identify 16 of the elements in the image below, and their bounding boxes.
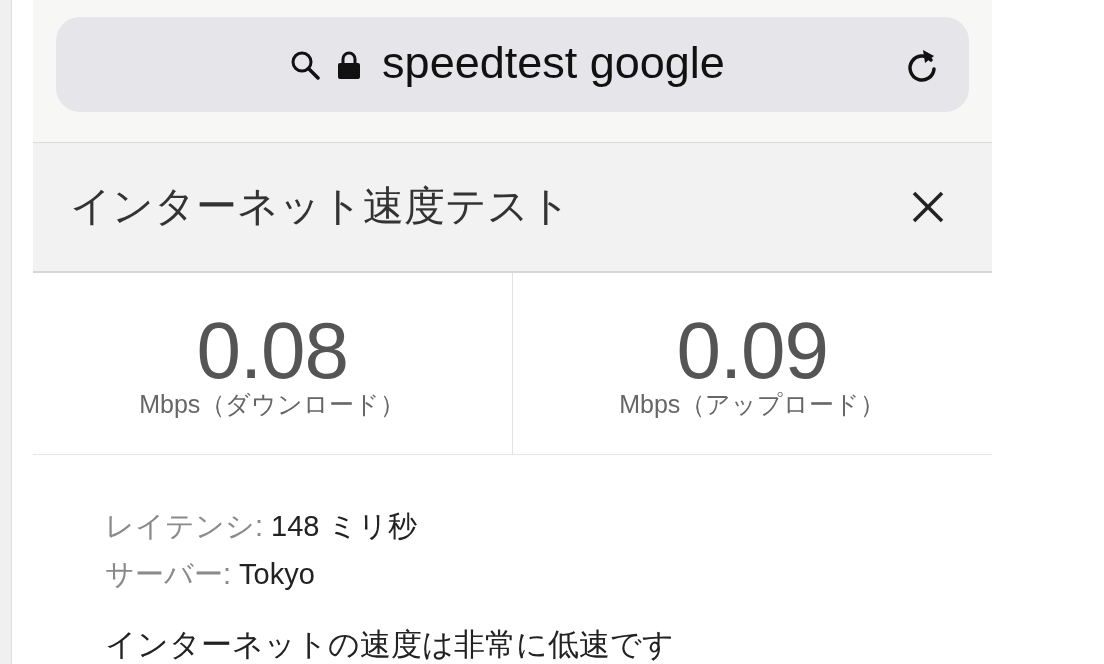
speed-summary: インターネットの速度は非常に低速です — [105, 629, 675, 661]
speed-value: 0.09 — [676, 310, 829, 391]
detail-value: 148 ミリ秒 — [271, 509, 417, 544]
panel-title: インターネット速度テスト — [70, 182, 571, 232]
speed-value: 0.08 — [196, 310, 349, 391]
detail-label: サーバー: — [105, 557, 232, 592]
detail-value: Tokyo — [239, 557, 315, 592]
search-icon — [290, 49, 321, 80]
lock-icon — [338, 50, 361, 79]
url-text: speedtest google — [382, 40, 725, 89]
address-bar[interactable]: speedtest google — [56, 17, 969, 112]
speed-unit: Mbps（アップロード） — [619, 388, 886, 419]
reload-icon — [905, 48, 939, 84]
speed-unit: Mbps（ダウンロード） — [139, 388, 406, 419]
close-icon — [912, 191, 944, 223]
detail-label: レイテンシ: — [105, 509, 264, 544]
